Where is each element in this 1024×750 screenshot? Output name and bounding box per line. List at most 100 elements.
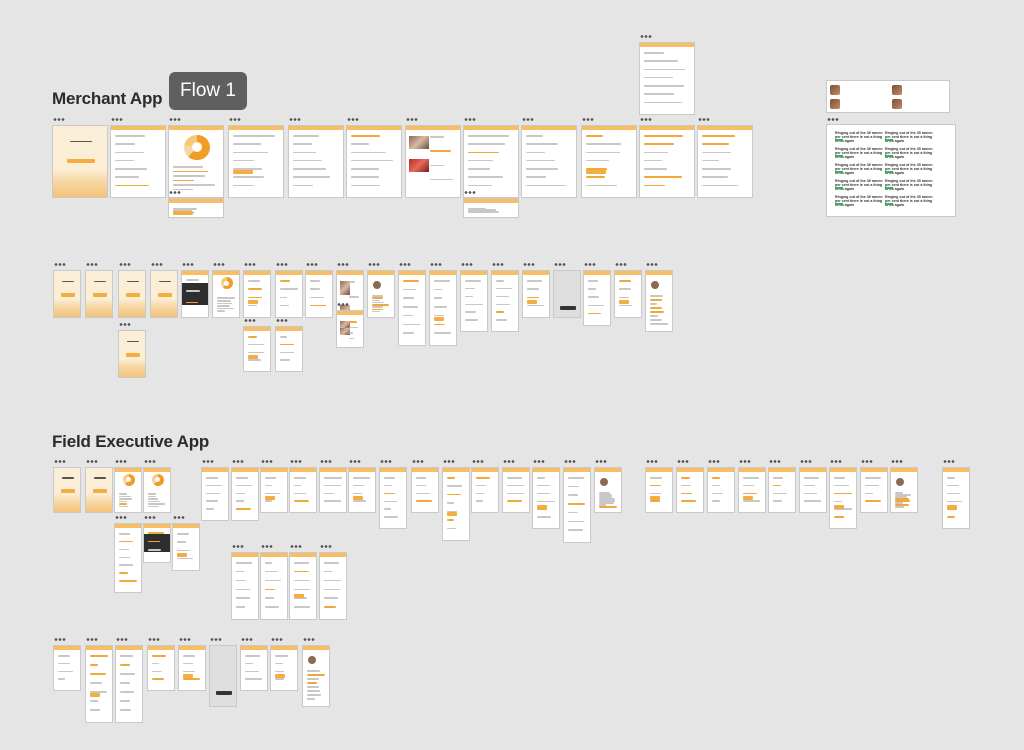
frame-menu-icon[interactable]: [380, 460, 392, 463]
frame-menu-icon[interactable]: [584, 263, 596, 266]
artboard-frame[interactable]: [110, 125, 166, 198]
frame-menu-icon[interactable]: [698, 118, 710, 121]
frame-menu-icon[interactable]: [800, 460, 812, 463]
frame-menu-icon[interactable]: [210, 638, 222, 641]
frame-menu-icon[interactable]: [86, 460, 98, 463]
frame-menu-icon[interactable]: [276, 263, 288, 266]
frame-menu-icon[interactable]: [769, 460, 781, 463]
frame-menu-icon[interactable]: [430, 263, 442, 266]
artboard-frame[interactable]: [275, 270, 303, 318]
frame-menu-icon[interactable]: [115, 460, 127, 463]
artboard-frame[interactable]: [118, 330, 146, 378]
artboard-frame[interactable]: [243, 270, 271, 318]
artboard-frame[interactable]: [260, 467, 288, 513]
artboard-frame[interactable]: [231, 467, 259, 521]
frame-menu-icon[interactable]: [244, 263, 256, 266]
frame-menu-icon[interactable]: [116, 638, 128, 641]
artboard-frame[interactable]: [85, 467, 113, 513]
frame-menu-icon[interactable]: [86, 263, 98, 266]
artboard-frame[interactable]: [645, 270, 673, 332]
artboard-frame[interactable]: [346, 125, 402, 198]
frame-menu-icon[interactable]: [320, 460, 332, 463]
artboard-frame[interactable]: [942, 467, 970, 529]
artboard-frame[interactable]: [85, 645, 113, 723]
artboard-frame[interactable]: [53, 270, 81, 318]
artboard-frame[interactable]: [532, 467, 560, 529]
frame-menu-icon[interactable]: [708, 460, 720, 463]
frame-menu-icon[interactable]: [640, 118, 652, 121]
artboard-frame[interactable]: [463, 125, 519, 198]
frame-menu-icon[interactable]: [464, 118, 476, 121]
frame-menu-icon[interactable]: [412, 460, 424, 463]
frame-menu-icon[interactable]: [213, 263, 225, 266]
artboard-frame[interactable]: [114, 467, 142, 513]
artboard-frame[interactable]: [53, 645, 81, 691]
artboard-frame[interactable]: [471, 467, 499, 513]
artboard-frame[interactable]: [270, 645, 298, 691]
frame-menu-icon[interactable]: [241, 638, 253, 641]
frame-menu-icon[interactable]: [406, 118, 418, 121]
frame-menu-icon[interactable]: [173, 516, 185, 519]
artboard-frame[interactable]: [581, 125, 637, 198]
frame-menu-icon[interactable]: [320, 545, 332, 548]
artboard-frame[interactable]: [288, 125, 344, 198]
frame-menu-icon[interactable]: [368, 263, 380, 266]
artboard-frame[interactable]: [890, 467, 918, 513]
frame-menu-icon[interactable]: [111, 118, 123, 121]
artboard-frame[interactable]: [707, 467, 735, 513]
artboard-frame[interactable]: [212, 270, 240, 318]
artboard-frame[interactable]: [147, 645, 175, 691]
frame-menu-icon[interactable]: [677, 460, 689, 463]
artboard-frame[interactable]: [201, 467, 229, 521]
frame-menu-icon[interactable]: [232, 460, 244, 463]
frame-menu-icon[interactable]: [53, 118, 65, 121]
artboard-frame[interactable]: [115, 645, 143, 723]
frame-menu-icon[interactable]: [891, 460, 903, 463]
artboard-frame[interactable]: [228, 125, 284, 198]
artboard-frame[interactable]: [460, 270, 488, 332]
artboard-frame[interactable]: [178, 645, 206, 691]
artboard-frame[interactable]: [305, 270, 333, 318]
frame-menu-icon[interactable]: [289, 118, 301, 121]
frame-menu-icon[interactable]: [86, 638, 98, 641]
artboard-frame[interactable]: [52, 125, 108, 198]
artboard-frame[interactable]: [289, 467, 317, 513]
frame-menu-icon[interactable]: [144, 460, 156, 463]
artboard-frame[interactable]: [639, 42, 695, 115]
artboard-frame[interactable]: [231, 552, 259, 620]
artboard-frame[interactable]: [411, 467, 439, 513]
frame-menu-icon[interactable]: [179, 638, 191, 641]
frame-menu-icon[interactable]: [144, 516, 156, 519]
frame-menu-icon[interactable]: [595, 460, 607, 463]
artboard-frame[interactable]: [168, 198, 224, 218]
artboard-frame[interactable]: [553, 270, 581, 318]
artboard-frame[interactable]: [645, 467, 673, 513]
artboard-frame[interactable]: [275, 326, 303, 372]
frame-menu-icon[interactable]: [582, 118, 594, 121]
frame-menu-icon[interactable]: [290, 545, 302, 548]
frame-menu-icon[interactable]: [244, 319, 256, 322]
frame-menu-icon[interactable]: [54, 460, 66, 463]
artboard-frame[interactable]: [463, 198, 519, 218]
artboard-frame[interactable]: [336, 310, 364, 348]
frame-menu-icon[interactable]: [830, 460, 842, 463]
artboard-frame[interactable]: [521, 125, 577, 198]
artboard-frame[interactable]: [209, 645, 237, 707]
artboard-frame[interactable]: [768, 467, 796, 513]
artboard-frame[interactable]: [799, 467, 827, 513]
frame-menu-icon[interactable]: [169, 191, 181, 194]
frame-menu-icon[interactable]: [276, 319, 288, 322]
artboard-frame[interactable]: [319, 552, 347, 620]
artboard-frame[interactable]: [583, 270, 611, 326]
frame-menu-icon[interactable]: [169, 118, 181, 121]
frame-menu-icon[interactable]: [646, 263, 658, 266]
frame-menu-icon[interactable]: [148, 638, 160, 641]
artboard-frame[interactable]: [302, 645, 330, 707]
artboard-frame[interactable]: [442, 467, 470, 541]
frame-menu-icon[interactable]: [349, 460, 361, 463]
artboard-frame[interactable]: [676, 467, 704, 513]
frame-menu-icon[interactable]: [151, 263, 163, 266]
artboard-frame[interactable]: [143, 467, 171, 513]
artboard-frame[interactable]: [367, 270, 395, 318]
artboard-frame[interactable]: [118, 270, 146, 318]
